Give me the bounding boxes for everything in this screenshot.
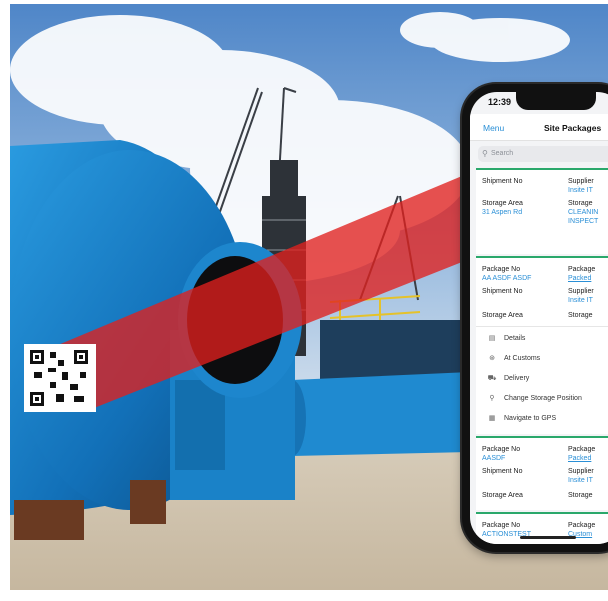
map-icon: ▦ <box>488 415 496 422</box>
menu-item-label: Navigate to GPS <box>504 415 557 422</box>
package-card-2[interactable]: Package No AA ASDF ASDF Package Packed S… <box>476 256 608 434</box>
storage-area-value: 31 Aspen Rd <box>482 209 523 216</box>
package-card-4[interactable]: Package No ACTIONSTEST Package Custom <box>476 512 608 544</box>
divider <box>476 326 608 327</box>
smartphone: 12:39 Menu Site Packages ⚲ Search Shipme… <box>462 84 608 552</box>
status-value-1: CLEANIN <box>568 209 599 216</box>
package-no-label: Package No <box>482 266 521 273</box>
phone-notch <box>516 92 596 110</box>
app-screen: 12:39 Menu Site Packages ⚲ Search Shipme… <box>470 92 608 544</box>
search-icon: ⚲ <box>482 149 488 158</box>
storage-label: Storage <box>568 492 593 499</box>
storage-area-label: Storage Area <box>482 200 523 207</box>
supplier-label: Supplier <box>568 468 594 475</box>
menu-item-label: At Customs <box>504 355 541 362</box>
shipment-no-label: Shipment No <box>482 288 523 295</box>
supplier-value: Insite IT <box>568 297 593 304</box>
package-card-3[interactable]: Package No AASDF Package Packed Shipment… <box>476 436 608 510</box>
package-label: Package <box>568 266 596 273</box>
supplier-value: Insite IT <box>568 477 593 484</box>
package-label: Package <box>568 522 596 529</box>
package-card-1[interactable]: Shipment No Supplier Insite IT Storage A… <box>476 168 608 254</box>
search-input[interactable]: ⚲ Search <box>478 146 608 162</box>
storage-area-label: Storage Area <box>482 492 523 499</box>
supplier-label: Supplier <box>568 288 594 295</box>
storage-label: Storage <box>568 200 593 207</box>
supplier-value: Insite IT <box>568 187 593 194</box>
package-label: Package <box>568 446 596 453</box>
shipment-no-label: Shipment No <box>482 468 523 475</box>
status-value-2: INSPECT <box>568 218 599 225</box>
menu-item-label: Details <box>504 335 526 342</box>
menu-item-navigate-to-gps[interactable]: ▦ Navigate to GPS <box>486 414 556 422</box>
menu-item-label: Delivery <box>504 375 530 382</box>
menu-button[interactable]: Menu <box>483 123 504 133</box>
menu-item-at-customs[interactable]: ⊛ At Customs <box>486 354 540 362</box>
menu-item-label: Change Storage Position <box>504 395 582 402</box>
search-placeholder: Search <box>491 150 514 157</box>
page-title: Site Packages <box>544 123 602 133</box>
supplier-label: Supplier <box>568 178 594 185</box>
package-status: Packed <box>568 455 592 462</box>
menu-item-delivery[interactable]: ⛟ Delivery <box>486 374 530 383</box>
location-pin-icon: ⚲ <box>489 395 495 402</box>
navigation-bar: Menu Site Packages <box>470 114 608 141</box>
menu-item-change-storage-position[interactable]: ⚲ Change Storage Position <box>486 394 582 402</box>
package-status: Packed <box>568 275 592 282</box>
package-no-value: AA ASDF ASDF <box>482 275 532 282</box>
menu-item-details[interactable]: ▤ Details <box>486 334 526 342</box>
status-time: 12:39 <box>488 97 512 107</box>
customs-icon: ⊛ <box>489 355 495 362</box>
document-icon: ▤ <box>488 335 496 342</box>
shipment-no-label: Shipment No <box>482 178 523 185</box>
storage-label: Storage <box>568 312 593 319</box>
home-indicator <box>520 536 576 539</box>
truck-icon: ⛟ <box>487 375 497 382</box>
qr-code <box>24 344 96 412</box>
package-no-value: AASDF <box>482 455 506 462</box>
storage-area-label: Storage Area <box>482 312 523 319</box>
package-no-label: Package No <box>482 522 521 529</box>
package-no-label: Package No <box>482 446 521 453</box>
